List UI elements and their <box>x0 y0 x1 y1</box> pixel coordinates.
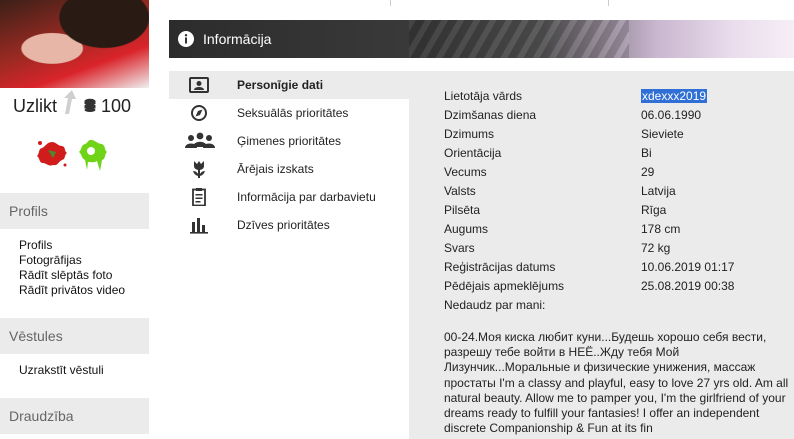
menu-item-label: Seksuālās prioritātes <box>237 106 349 120</box>
bar-chart-icon <box>190 218 208 234</box>
field-value-weight: 72 kg <box>641 241 671 255</box>
field-value-city: Rīga <box>641 203 667 217</box>
info-icon <box>178 31 194 47</box>
field-value-username[interactable]: xdexxx2019 <box>641 89 708 103</box>
id-card-icon <box>189 77 209 93</box>
field-value-country: Latvija <box>641 184 676 198</box>
score-value: 100 <box>101 96 132 116</box>
uzlikt-label[interactable]: Uzlikt <box>13 96 57 117</box>
sidebar-link-fotografijas[interactable]: Fotogrāfijas <box>19 253 82 268</box>
sidebar-section-draudziba: Draudzība <box>0 398 149 434</box>
red-splat-icon[interactable] <box>36 138 68 168</box>
banner-title: Informācija <box>203 31 272 47</box>
field-label-height: Augums <box>444 222 489 236</box>
menu-item-personigie-dati[interactable]: Personīgie dati <box>169 71 409 99</box>
menu-item-label: Personīgie dati <box>237 78 324 92</box>
about-text: 00-24.Моя киска любит куни...Будешь хоро… <box>444 330 789 436</box>
menu-item-gimenes-prioritates[interactable]: Ģimenes prioritātes <box>169 127 409 155</box>
field-value-age: 29 <box>641 165 655 179</box>
field-value-height: 178 cm <box>641 222 681 236</box>
field-label-age: Vecums <box>444 165 487 179</box>
coins-icon <box>84 98 96 112</box>
field-label-gender: Dzimums <box>444 127 494 141</box>
info-banner: Informācija <box>169 20 794 58</box>
sidebar-link-uzrakstit-vestuli[interactable]: Uzrakstīt vēstuli <box>19 363 104 378</box>
field-value-birthday: 06.06.1990 <box>641 108 702 122</box>
top-divider <box>390 0 391 6</box>
sidebar-section-profils: Profils <box>0 193 149 229</box>
field-label-username: Lietotāja vārds <box>444 89 523 103</box>
sidebar-section-vestules: Vēstules <box>0 318 149 354</box>
menu-item-arejais-izskats[interactable]: Ārējais izskats <box>169 155 409 183</box>
field-label-orientation: Orientācija <box>444 146 502 160</box>
field-label-weight: Svars <box>444 241 475 255</box>
field-label-last-visit: Pēdējais apmeklējums <box>444 279 565 293</box>
menu-item-seksualas-prioritates[interactable]: Seksuālās prioritātes <box>169 99 409 127</box>
profile-photo[interactable] <box>0 0 149 88</box>
sidebar-link-sleptas-foto[interactable]: Rādīt slēptās foto <box>19 268 112 283</box>
top-divider <box>608 0 609 6</box>
sidebar-link-profils[interactable]: Profils <box>19 238 52 253</box>
menu-item-informacija-par-darbavietu[interactable]: Informācija par darbavietu <box>169 183 409 211</box>
field-label-about: Nedaudz par mani: <box>444 298 546 312</box>
menu-item-label: Dzīves prioritātes <box>237 218 330 232</box>
family-icon <box>185 132 215 148</box>
field-label-country: Valsts <box>444 184 476 198</box>
field-value-registration-date: 10.06.2019 01:17 <box>641 260 735 274</box>
top-strip <box>169 0 794 6</box>
field-label-birthday: Dzimšanas diena <box>444 108 537 122</box>
field-value-gender: Sieviete <box>641 127 684 141</box>
field-label-city: Pilsēta <box>444 203 481 217</box>
menu-item-dzives-prioritates[interactable]: Dzīves prioritātes <box>169 211 409 239</box>
banner-texture <box>409 20 629 58</box>
menu-item-label: Ārējais izskats <box>237 162 314 176</box>
menu-item-label: Informācija par darbavietu <box>237 190 376 204</box>
tulip-icon <box>193 161 205 178</box>
menu-item-label: Ģimenes prioritātes <box>237 134 342 148</box>
sidebar-link-privatos-video[interactable]: Rādīt privātos video <box>19 283 125 298</box>
field-value-last-visit: 25.08.2019 00:38 <box>641 279 735 293</box>
arrow-up-icon[interactable] <box>63 90 77 114</box>
field-label-registration-date: Reģistrācijas datums <box>444 260 556 274</box>
green-splat-icon[interactable] <box>78 138 108 172</box>
left-column: Uzlikt 100 Profils Profils Fotogrāfijas … <box>0 0 149 439</box>
compass-icon <box>191 105 207 121</box>
field-value-orientation: Bi <box>641 146 652 160</box>
clipboard-icon <box>192 188 206 206</box>
